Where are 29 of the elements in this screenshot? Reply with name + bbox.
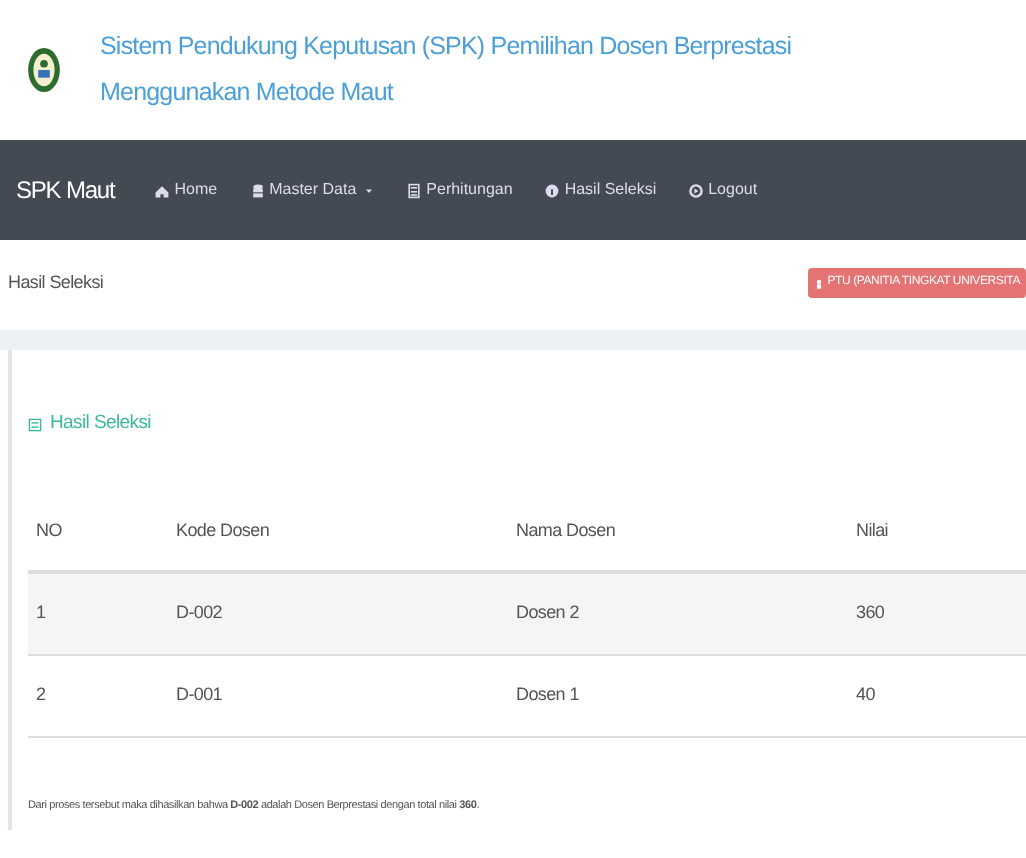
nav-link[interactable]: Home [154,178,218,202]
home-icon [154,181,171,199]
user-icon [813,275,824,291]
site-title: Sistem Pendukung Keputusan (SPK) Pemilihan Dosen Berprestasi [100,30,792,64]
nav-link[interactable]: Perhitungan [406,178,513,202]
column-header: Nilai [848,490,1026,573]
navbar-brand[interactable]: SPK Maut [16,172,115,208]
nav-link[interactable]: Logout [688,178,758,202]
table-cell: 1 [28,572,168,655]
table-cell: 2 [28,654,168,737]
panel-title-text: Hasil Seleksi [50,410,151,438]
nav-link[interactable]: Hasil Seleksi [544,178,657,202]
info-icon [544,181,561,199]
database-icon [249,181,266,199]
table-cell: 360 [848,572,1026,655]
table-cell: Dosen 2 [508,572,848,655]
site-subtitle: Menggunakan Metode Maut [100,76,396,110]
page-title: Hasil Seleksi [8,269,104,296]
list-icon [406,181,423,199]
column-header: NO [28,490,168,573]
table-cell: Dosen 1 [508,654,848,737]
table-cell: 40 [848,654,1026,737]
list-icon [28,415,42,434]
table-cell: D-001 [168,654,508,737]
nav-link[interactable]: Master Data [249,178,375,202]
table-cell: D-002 [168,572,508,655]
column-header: Kode Dosen [168,490,508,573]
column-header: Nama Dosen [508,490,848,573]
logout-icon [688,181,705,199]
